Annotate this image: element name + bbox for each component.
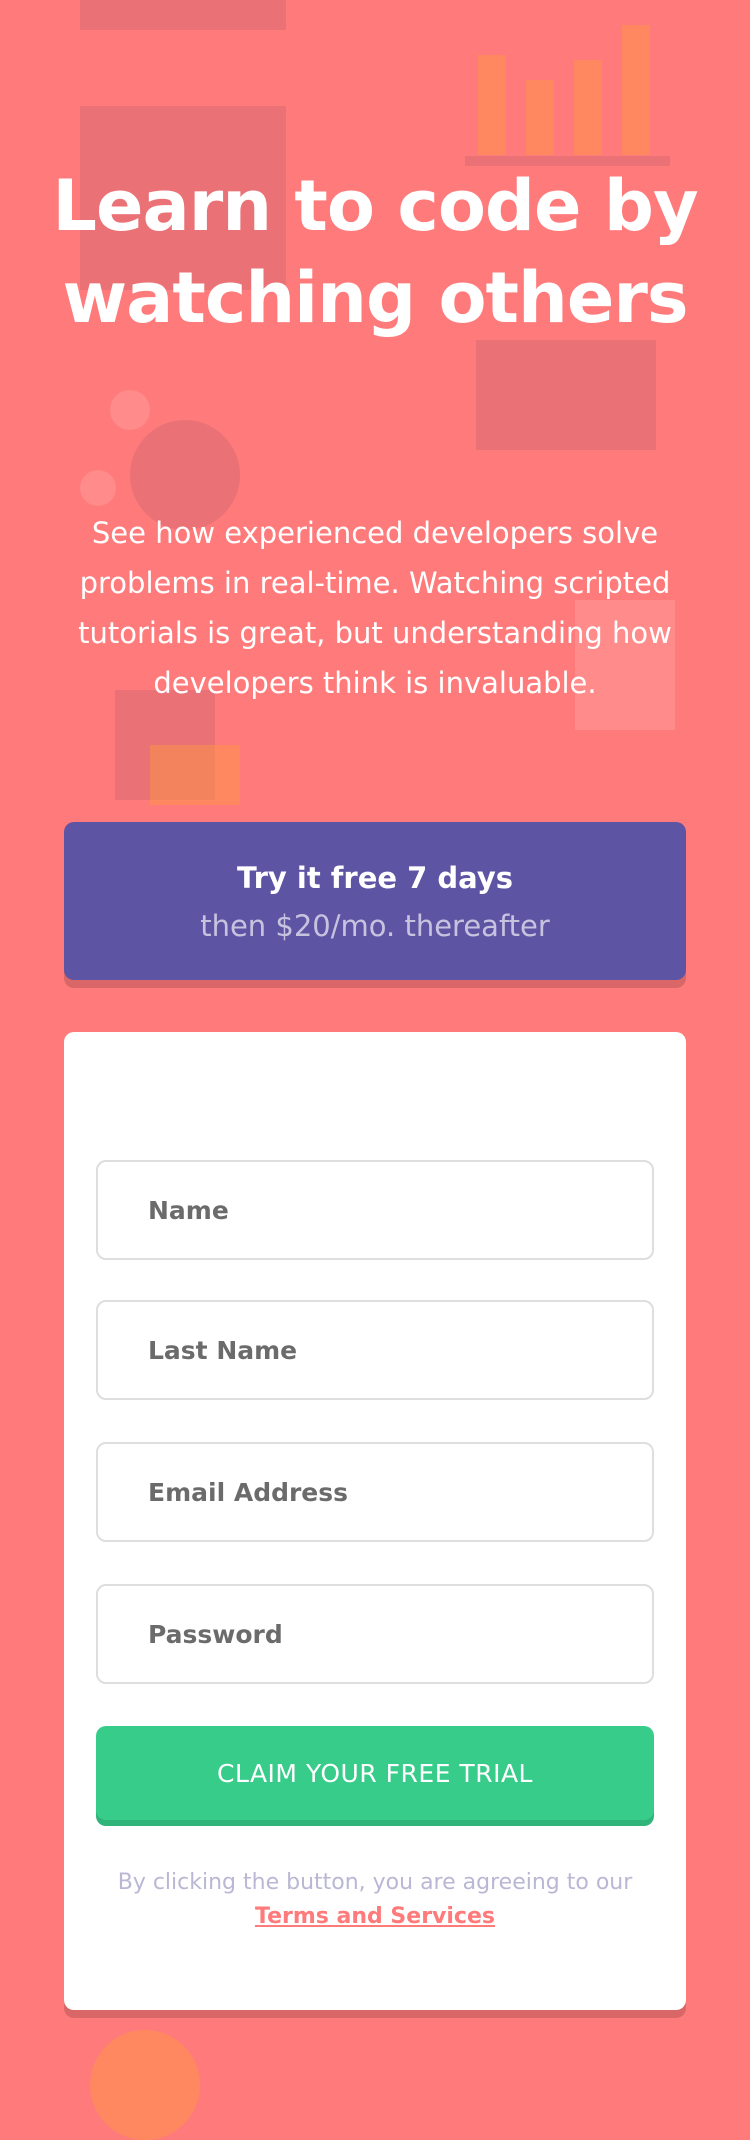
bar-chart-shape [574,60,602,155]
network-node-shape [110,390,150,430]
bar-chart-shape [526,80,554,155]
plug-shape [150,745,240,805]
terms-notice: By clicking the button, you are agreeing… [96,1866,654,1934]
bar-chart-shape [622,25,650,155]
pricing-subline: then $20/mo. thereafter [200,909,550,943]
password-field [96,1584,654,1684]
name-input[interactable] [98,1162,652,1258]
hero-title: Learn to code by watching others [52,165,698,339]
terms-link[interactable]: Terms and Services [255,1904,495,1929]
claim-trial-button[interactable]: CLAIM YOUR FREE TRIAL [96,1726,654,1820]
pricing-headline: Try it free 7 days [236,861,514,895]
name-field [96,1160,654,1260]
circle-shape [90,2030,200,2140]
password-input[interactable] [98,1586,652,1682]
last-name-input[interactable] [98,1302,652,1398]
bar-chart-shape [478,55,506,155]
email-field [96,1442,654,1542]
terms-prefix: By clicking the button, you are agreeing… [117,1870,633,1895]
hero-description: See how experienced developers solve pro… [78,516,672,700]
lock-shape [476,340,656,450]
last-name-field [96,1300,654,1400]
browser-window-shape [80,0,286,30]
network-node-shape [80,470,116,506]
email-input[interactable] [98,1444,652,1540]
pricing-banner: Try it free 7 days then $20/mo. thereaft… [64,822,686,980]
signup-form: CLAIM YOUR FREE TRIAL By clicking the bu… [64,1032,686,2010]
